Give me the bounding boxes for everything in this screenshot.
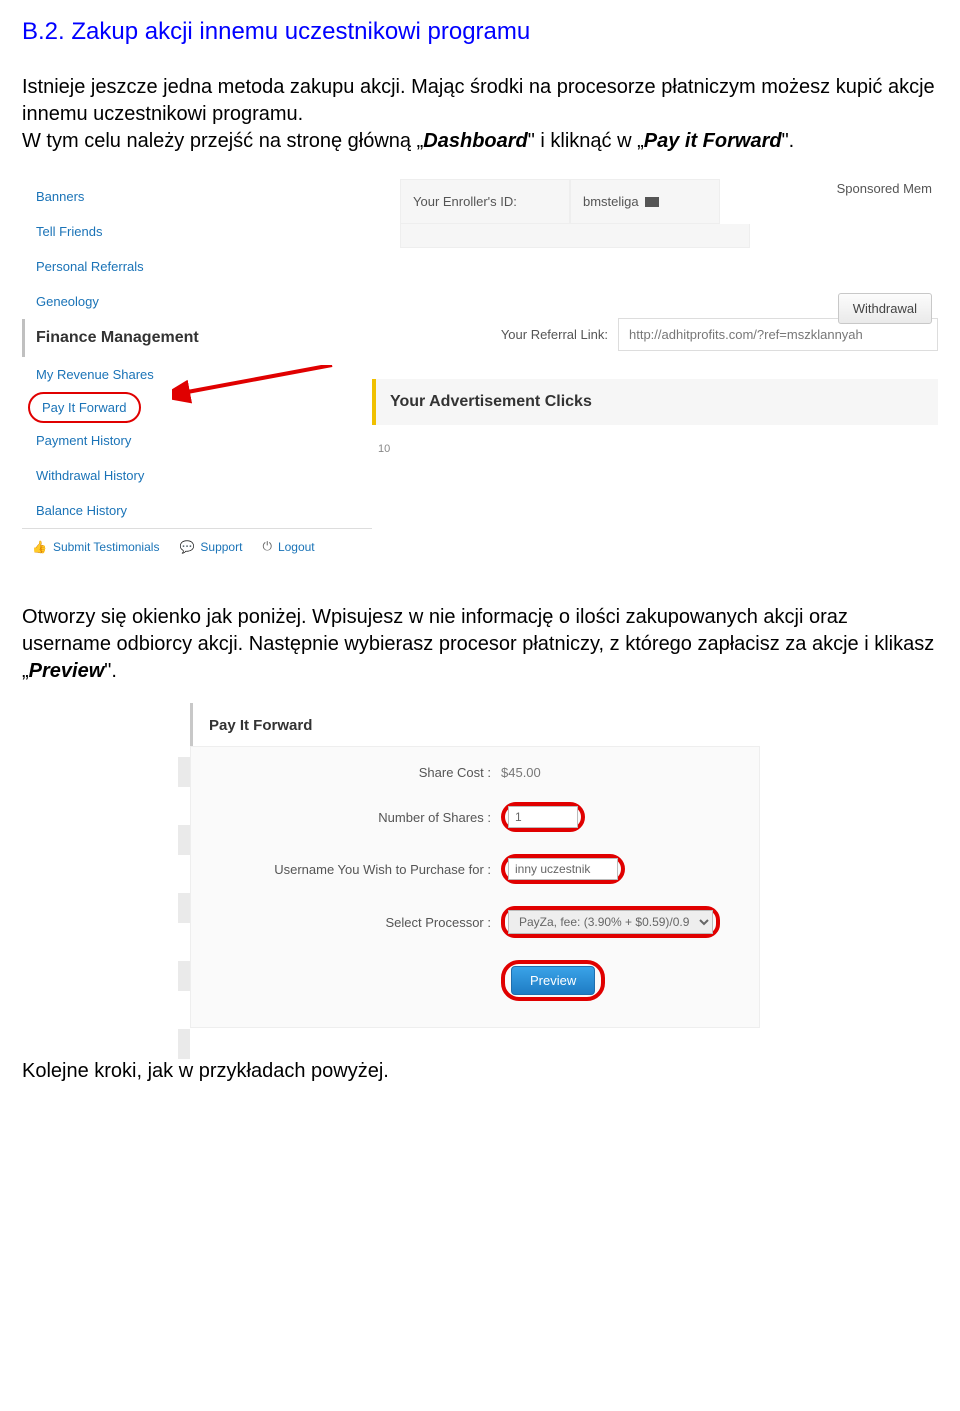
sidebar-item-personal-referrals[interactable]: Personal Referrals <box>22 249 372 284</box>
power-icon: ⏻ <box>262 539 272 554</box>
sponsored-label: Sponsored Mem <box>837 181 932 196</box>
enroller-id-value: bmsteliga <box>570 179 720 224</box>
logout-label: Logout <box>278 540 315 554</box>
preview-highlight: Preview <box>501 960 605 1001</box>
support-link[interactable]: 💬 Support <box>169 529 252 564</box>
referral-link-label: Your Referral Link: <box>501 327 608 342</box>
sidebar-item-withdrawal-history[interactable]: Withdrawal History <box>22 458 372 493</box>
intro-text-2-mid: " i kliknąć w „ <box>528 130 644 152</box>
intro-paragraph: Istnieje jeszcze jedna metoda zakupu akc… <box>22 74 938 155</box>
chat-icon: 💬 <box>179 540 194 554</box>
main-area: Your Enroller's ID: bmsteliga Your Refer… <box>372 173 938 564</box>
dashboard-keyword: Dashboard <box>423 130 527 152</box>
chart-axis-ten: 10 <box>378 443 938 455</box>
logout-link[interactable]: ⏻ Logout <box>252 529 324 564</box>
num-shares-label: Number of Shares : <box>201 810 501 825</box>
screenshot-dashboard: Banners Tell Friends Personal Referrals … <box>22 173 938 564</box>
processor-highlight: PayZa, fee: (3.90% + $0.59)/0.96 <box>501 906 720 938</box>
screenshot-pif-form: Pay It Forward Share Cost : $45.00 Numbe… <box>190 703 760 1028</box>
share-cost-label: Share Cost : <box>201 765 501 780</box>
sidebar-bottom-bar: 👍 Submit Testimonials 💬 Support ⏻ Logout <box>22 528 372 564</box>
processor-label: Select Processor : <box>201 915 501 930</box>
intro-text-1: Istnieje jeszcze jedna metoda zakupu akc… <box>22 76 935 125</box>
sidebar-item-banners[interactable]: Banners <box>22 179 372 214</box>
thumbs-up-icon: 👍 <box>32 540 47 554</box>
username-highlight <box>501 854 625 884</box>
submit-testimonials-label: Submit Testimonials <box>53 540 160 554</box>
section-heading: B.2. Zakup akcji innemu uczestnikowi pro… <box>22 18 960 46</box>
sidebar-item-tell-friends[interactable]: Tell Friends <box>22 214 372 249</box>
username-label: Username You Wish to Purchase for : <box>201 862 501 877</box>
pif-form-title: Pay It Forward <box>190 703 760 746</box>
preview-button[interactable]: Preview <box>511 966 595 995</box>
support-label: Support <box>200 540 242 554</box>
sidebar-item-balance-history[interactable]: Balance History <box>22 493 372 528</box>
closing-paragraph: Kolejne kroki, jak w przykładach powyżej… <box>22 1058 938 1085</box>
mail-icon[interactable] <box>645 197 659 207</box>
sidebar-item-geneology[interactable]: Geneology <box>22 284 372 319</box>
middle-paragraph: Otworzy się okienko jak poniżej. Wpisuje… <box>22 604 938 685</box>
submit-testimonials-link[interactable]: 👍 Submit Testimonials <box>22 529 169 564</box>
enroller-id-label: Your Enroller's ID: <box>400 179 570 224</box>
middle-text: Otworzy się okienko jak poniżej. Wpisuje… <box>22 606 934 682</box>
username-input[interactable] <box>508 858 618 880</box>
edge-decoration <box>178 757 190 1097</box>
preview-keyword: Preview <box>29 660 105 682</box>
enroller-id-text: bmsteliga <box>583 194 639 209</box>
pif-keyword: Pay it Forward <box>644 130 782 152</box>
intro-text-2-post: ". <box>782 130 795 152</box>
sidebar-item-revenue-shares[interactable]: My Revenue Shares <box>22 357 372 392</box>
sidebar-item-payment-history[interactable]: Payment History <box>22 423 372 458</box>
sidebar-header-finance: Finance Management <box>22 319 372 357</box>
num-shares-highlight <box>501 802 585 832</box>
num-shares-input[interactable] <box>508 806 578 828</box>
ad-clicks-header: Your Advertisement Clicks <box>372 379 938 425</box>
processor-select[interactable]: PayZa, fee: (3.90% + $0.59)/0.96 <box>508 910 713 934</box>
sidebar-item-pay-it-forward[interactable]: Pay It Forward <box>28 392 141 423</box>
sidebar: Banners Tell Friends Personal Referrals … <box>22 173 372 564</box>
middle-text-post: ". <box>104 660 117 682</box>
share-cost-value: $45.00 <box>501 765 541 780</box>
withdrawal-button[interactable]: Withdrawal <box>838 293 932 324</box>
intro-text-2-pre: W tym celu należy przejść na stronę głów… <box>22 130 423 152</box>
